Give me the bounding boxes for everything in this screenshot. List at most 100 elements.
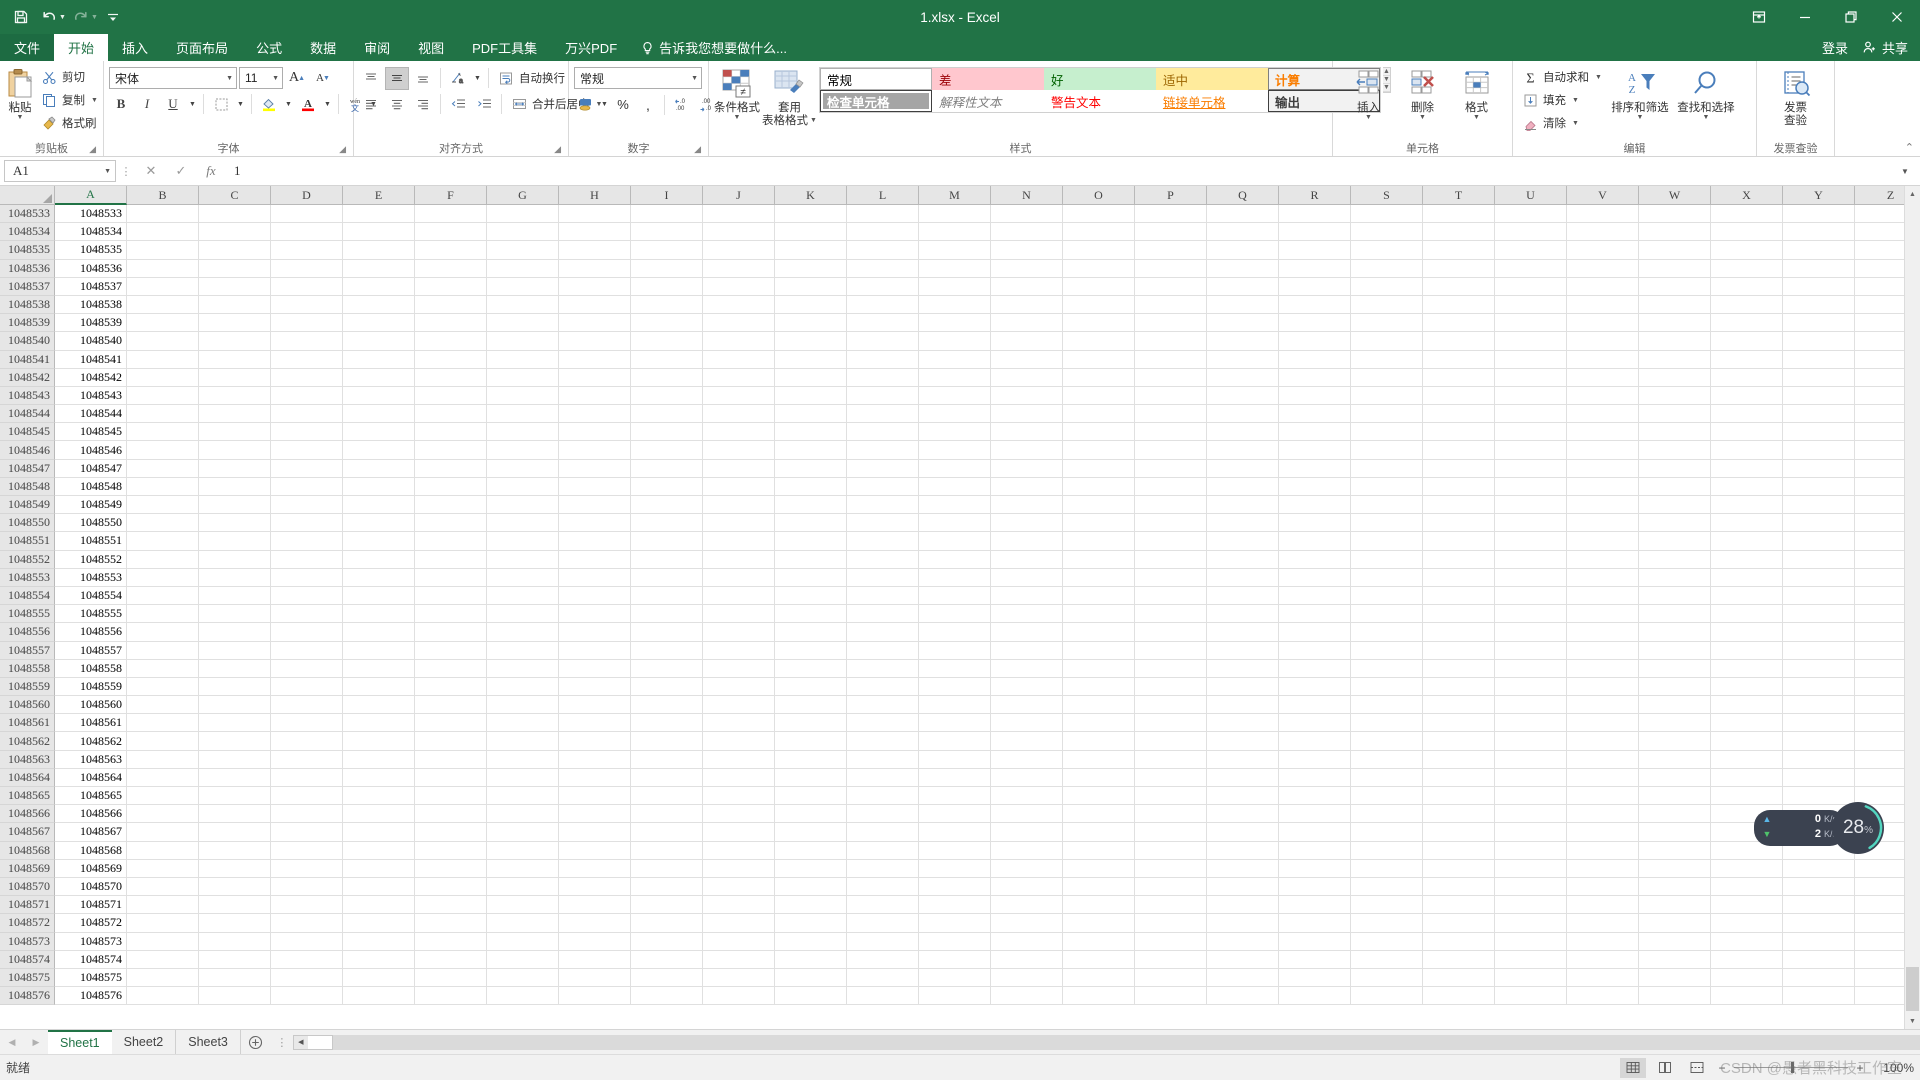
- grid-cell[interactable]: [559, 969, 631, 987]
- close-icon[interactable]: [1874, 0, 1920, 34]
- grid-cell[interactable]: [559, 751, 631, 769]
- grid-cell[interactable]: [847, 314, 919, 332]
- save-icon[interactable]: [8, 4, 34, 30]
- grid-cell[interactable]: [991, 460, 1063, 478]
- grid-cell[interactable]: [1351, 642, 1423, 660]
- grid-cell[interactable]: [487, 605, 559, 623]
- grid-cell[interactable]: [1639, 696, 1711, 714]
- grid-cell[interactable]: [631, 914, 703, 932]
- grid-cell[interactable]: [415, 587, 487, 605]
- grid-cell[interactable]: [127, 369, 199, 387]
- grid-cell[interactable]: [1711, 441, 1783, 459]
- grid-cell[interactable]: [1063, 660, 1135, 678]
- grid-cell[interactable]: 1048551: [55, 532, 127, 550]
- grid-cell[interactable]: [1567, 914, 1639, 932]
- grid-cell[interactable]: [1783, 860, 1855, 878]
- grid-cell[interactable]: [199, 660, 271, 678]
- grid-cell[interactable]: [1783, 951, 1855, 969]
- grid-cell[interactable]: [1423, 260, 1495, 278]
- grid-cell[interactable]: 1048570: [55, 878, 127, 896]
- grid-cell[interactable]: [1567, 351, 1639, 369]
- grid-cell[interactable]: [415, 532, 487, 550]
- grid-cell[interactable]: [1495, 569, 1567, 587]
- grid-cell[interactable]: [1567, 314, 1639, 332]
- grid-cell[interactable]: [343, 642, 415, 660]
- grid-cell[interactable]: [775, 623, 847, 641]
- grid-cell[interactable]: [1063, 532, 1135, 550]
- grid-cell[interactable]: [127, 805, 199, 823]
- grid-cell[interactable]: [847, 205, 919, 223]
- grid-cell[interactable]: [271, 405, 343, 423]
- grid-cell[interactable]: [487, 732, 559, 750]
- grid-cell[interactable]: [1783, 278, 1855, 296]
- grid-cell[interactable]: [1495, 823, 1567, 841]
- grid-cell[interactable]: [1423, 842, 1495, 860]
- grid-cell[interactable]: [487, 914, 559, 932]
- grid-cell[interactable]: [847, 532, 919, 550]
- grid-cell[interactable]: [703, 423, 775, 441]
- column-header-e[interactable]: E: [343, 186, 415, 205]
- grid-cell[interactable]: [847, 587, 919, 605]
- grid-cell[interactable]: [343, 732, 415, 750]
- grid-cell[interactable]: [1423, 351, 1495, 369]
- grid-cell[interactable]: [1423, 860, 1495, 878]
- grid-cell[interactable]: [1207, 660, 1279, 678]
- grid-cell[interactable]: [199, 314, 271, 332]
- grid-cell[interactable]: [415, 296, 487, 314]
- grid-cell[interactable]: [991, 387, 1063, 405]
- grid-cell[interactable]: [1207, 423, 1279, 441]
- grid-cell[interactable]: [1063, 223, 1135, 241]
- grid-cell[interactable]: [1855, 951, 1904, 969]
- row-header[interactable]: 1048550: [0, 514, 55, 532]
- grid-cell[interactable]: [1351, 241, 1423, 259]
- grid-cell[interactable]: [559, 805, 631, 823]
- grid-cell[interactable]: [1423, 296, 1495, 314]
- grid-cell[interactable]: [775, 441, 847, 459]
- grid-cell[interactable]: [1783, 896, 1855, 914]
- grid-cell[interactable]: [343, 933, 415, 951]
- grid-cell[interactable]: [1783, 914, 1855, 932]
- grid-cell[interactable]: [271, 532, 343, 550]
- horizontal-scroll-track[interactable]: [333, 1035, 1920, 1050]
- style-bad[interactable]: 差: [932, 68, 1044, 90]
- grid-cell[interactable]: [1423, 787, 1495, 805]
- grid-cell[interactable]: [559, 496, 631, 514]
- grid-cell[interactable]: [127, 623, 199, 641]
- grid-cell[interactable]: [919, 860, 991, 878]
- grid-cell[interactable]: [559, 332, 631, 350]
- grid-cell[interactable]: [1135, 623, 1207, 641]
- grid-cell[interactable]: [1351, 296, 1423, 314]
- grid-cell[interactable]: [559, 860, 631, 878]
- grid-cell[interactable]: [1207, 805, 1279, 823]
- grid-cell[interactable]: [1135, 805, 1207, 823]
- grid-cell[interactable]: [1279, 878, 1351, 896]
- grid-cell[interactable]: [703, 787, 775, 805]
- grid-cell[interactable]: [1639, 423, 1711, 441]
- grid-cell[interactable]: [1495, 278, 1567, 296]
- grid-cell[interactable]: [991, 732, 1063, 750]
- grid-cell[interactable]: [127, 933, 199, 951]
- grid-cell[interactable]: [559, 623, 631, 641]
- grid-cell[interactable]: [775, 823, 847, 841]
- tell-me-search[interactable]: 告诉我您想要做什么...: [631, 34, 797, 61]
- grid-cell[interactable]: [1135, 441, 1207, 459]
- grid-cell[interactable]: [487, 842, 559, 860]
- grid-cell[interactable]: [1423, 914, 1495, 932]
- insert-function-icon[interactable]: fx: [196, 160, 226, 182]
- grid-cell[interactable]: [703, 896, 775, 914]
- grid-cell[interactable]: [1855, 623, 1904, 641]
- grid-cell[interactable]: [1063, 678, 1135, 696]
- format-painter-button[interactable]: 格式刷: [37, 112, 102, 134]
- grid-cell[interactable]: [703, 314, 775, 332]
- grid-cell[interactable]: [1351, 423, 1423, 441]
- grid-cell[interactable]: [1855, 660, 1904, 678]
- grid-cell[interactable]: [1711, 678, 1783, 696]
- grid-cell[interactable]: [415, 332, 487, 350]
- grid-cell[interactable]: [343, 987, 415, 1005]
- grid-cell[interactable]: [1855, 987, 1904, 1005]
- grid-cell[interactable]: [1783, 205, 1855, 223]
- grid-cell[interactable]: [1423, 514, 1495, 532]
- grid-cell[interactable]: [1063, 514, 1135, 532]
- grid-cell[interactable]: [559, 696, 631, 714]
- grid-cell[interactable]: [1639, 314, 1711, 332]
